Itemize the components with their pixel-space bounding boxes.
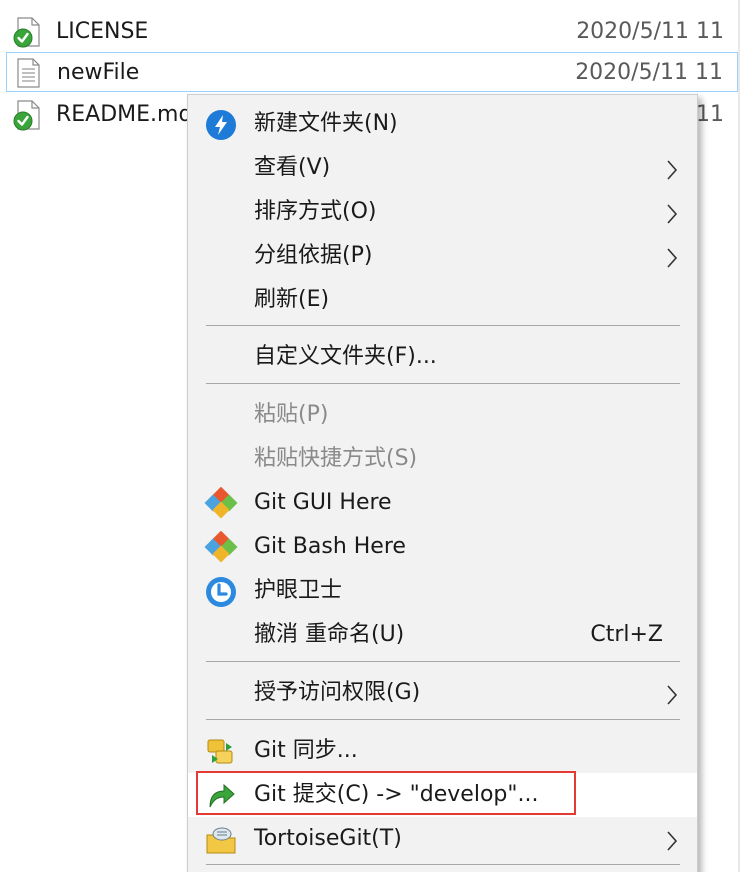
menu-separator bbox=[206, 864, 680, 865]
git-clean-file-icon bbox=[13, 100, 40, 131]
chevron-right-icon bbox=[667, 685, 678, 705]
menu-item-undo-rename[interactable]: 撤消 重命名(U) Ctrl+Z bbox=[188, 613, 697, 657]
menu-item-view[interactable]: 查看(V) bbox=[188, 146, 697, 190]
menu-item-tortoisegit[interactable]: TortoiseGit(T) bbox=[188, 817, 697, 861]
file-date: 2020/5/11 11 bbox=[575, 60, 723, 85]
menu-item-group-by[interactable]: 分组依据(P) bbox=[188, 234, 697, 278]
file-name: newFile bbox=[57, 60, 140, 85]
menu-item-label: TortoiseGit(T) bbox=[254, 826, 402, 851]
tortoisegit-icon bbox=[206, 827, 236, 854]
menu-item-shortcut: Ctrl+Z bbox=[590, 622, 663, 647]
menu-item-label: Git 同步... bbox=[254, 738, 358, 763]
annotation-highlight-box bbox=[196, 771, 576, 815]
menu-item-label: 粘贴快捷方式(S) bbox=[254, 446, 418, 471]
eye-care-icon bbox=[206, 577, 236, 607]
chevron-right-icon bbox=[667, 831, 678, 851]
menu-item-paste: 粘贴(P) bbox=[188, 393, 697, 437]
menu-item-label: 自定义文件夹(F)... bbox=[254, 344, 437, 369]
menu-item-give-access[interactable]: 授予访问权限(G) bbox=[188, 671, 697, 715]
new-folder-icon bbox=[206, 110, 236, 140]
menu-separator bbox=[206, 383, 680, 384]
menu-item-label: 新建文件夹(N) bbox=[254, 111, 398, 136]
menu-separator bbox=[206, 325, 680, 326]
menu-item-refresh[interactable]: 刷新(E) bbox=[188, 278, 697, 322]
menu-item-label: 撤消 重命名(U) bbox=[254, 622, 405, 647]
menu-item-label: 查看(V) bbox=[254, 155, 331, 180]
menu-item-customize-folder[interactable]: 自定义文件夹(F)... bbox=[188, 335, 697, 379]
menu-item-sort-by[interactable]: 排序方式(O) bbox=[188, 190, 697, 234]
menu-separator bbox=[206, 719, 680, 720]
menu-item-git-commit[interactable]: Git 提交(C) -> "develop"... bbox=[188, 771, 697, 817]
file-date: 2020/5/11 11 bbox=[576, 19, 724, 44]
chevron-right-icon bbox=[667, 204, 678, 224]
git-bash-icon bbox=[204, 531, 238, 563]
git-sync-icon bbox=[207, 739, 233, 764]
menu-item-label: 授予访问权限(G) bbox=[254, 680, 421, 705]
file-name: README.md bbox=[56, 102, 193, 127]
menu-item-label: Git Bash Here bbox=[254, 534, 406, 559]
file-date: 11 bbox=[696, 102, 724, 127]
menu-item-label: 分组依据(P) bbox=[254, 243, 373, 268]
menu-item-label: Git GUI Here bbox=[254, 490, 392, 515]
menu-item-new-folder[interactable]: 新建文件夹(N) bbox=[188, 102, 697, 146]
git-gui-icon bbox=[204, 487, 238, 519]
menu-item-git-sync[interactable]: Git 同步... bbox=[188, 729, 697, 773]
git-clean-file-icon bbox=[13, 17, 40, 48]
chevron-right-icon bbox=[667, 248, 678, 268]
menu-separator bbox=[206, 661, 680, 662]
context-menu: 新建文件夹(N) 查看(V) 排序方式(O) 分组依据(P) 刷新(E) 自定义… bbox=[187, 94, 698, 872]
menu-item-git-bash-here[interactable]: Git Bash Here bbox=[188, 525, 697, 569]
menu-item-label: 粘贴(P) bbox=[254, 402, 329, 427]
file-row-license[interactable]: LICENSE 2020/5/11 11 bbox=[6, 12, 738, 52]
text-file-icon bbox=[17, 58, 40, 88]
menu-item-git-gui-here[interactable]: Git GUI Here bbox=[188, 481, 697, 525]
window-frame-edge bbox=[738, 0, 740, 872]
menu-item-label: 排序方式(O) bbox=[254, 199, 377, 224]
file-name: LICENSE bbox=[56, 19, 149, 44]
menu-item-paste-shortcut: 粘贴快捷方式(S) bbox=[188, 437, 697, 481]
chevron-right-icon bbox=[667, 160, 678, 180]
file-row-newfile[interactable]: newFile 2020/5/11 11 bbox=[6, 52, 738, 92]
menu-item-label: 刷新(E) bbox=[254, 287, 330, 312]
menu-item-label: 护眼卫士 bbox=[254, 578, 343, 603]
menu-item-eye-care[interactable]: 护眼卫士 bbox=[188, 569, 697, 613]
